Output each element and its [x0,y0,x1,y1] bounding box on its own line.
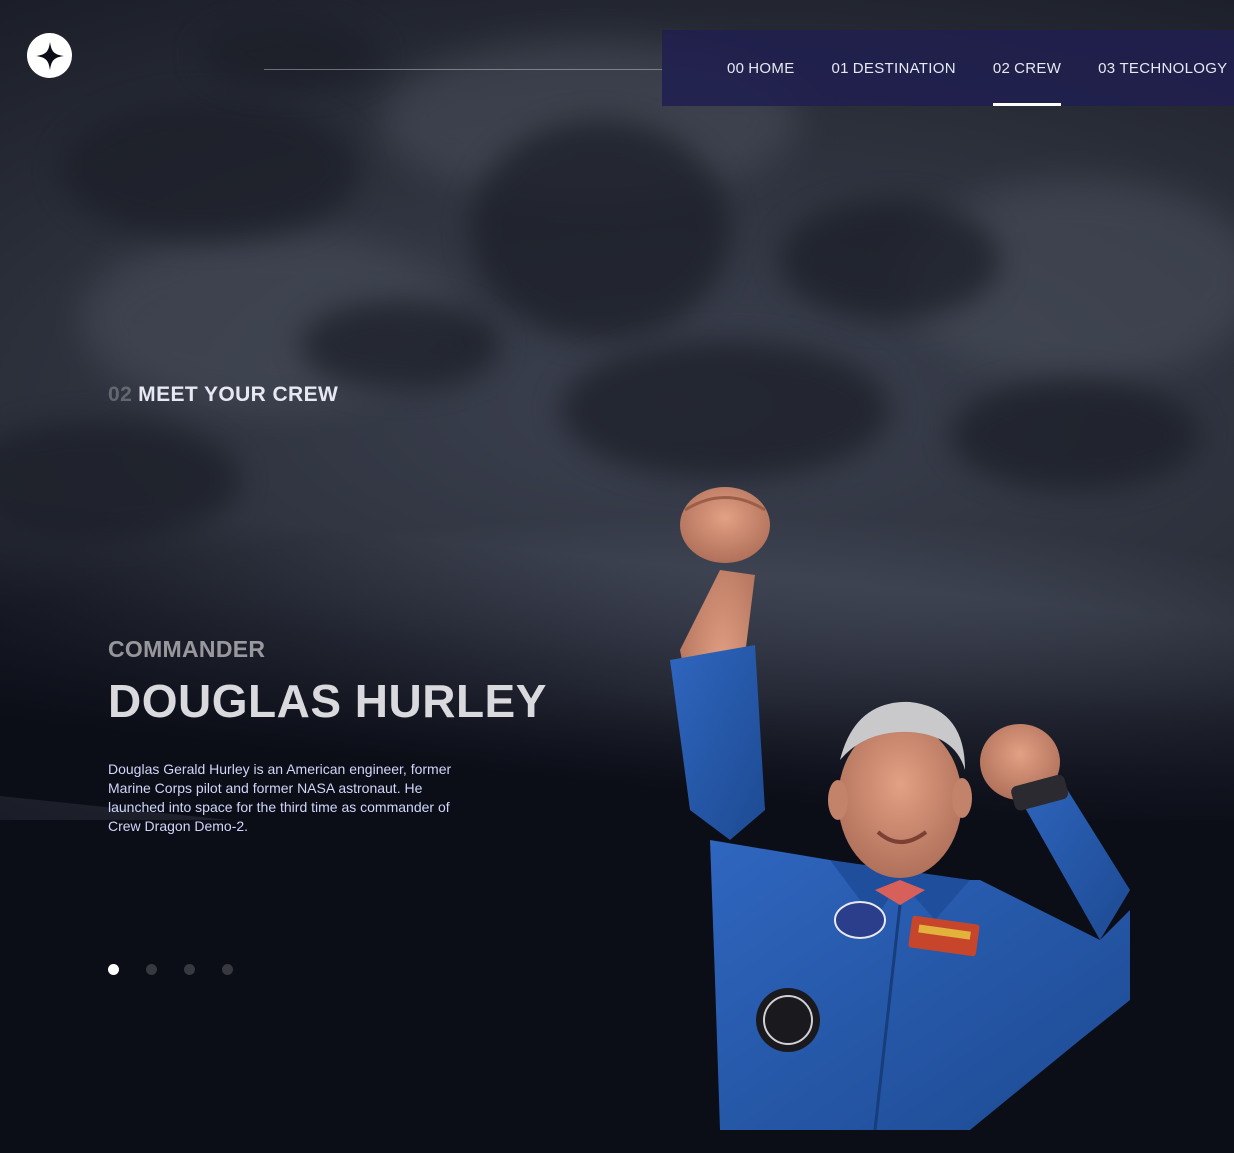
nav-crew-number: 02 [992,59,1011,77]
slide-dot-3[interactable] [184,964,195,975]
nav-home[interactable]: 00 HOME [727,30,795,106]
header-divider [264,69,662,70]
nav-crew[interactable]: 02 CREW [992,30,1062,106]
nav-home-label: HOME [748,59,795,77]
nav-crew-label: CREW [1014,59,1062,77]
section-heading: 02 MEET YOUR CREW [108,383,338,407]
slide-dot-2[interactable] [146,964,157,975]
slide-indicator [108,964,233,975]
section-heading-number: 02 [108,383,133,406]
nav-technology-number: 03 [1098,59,1116,77]
nav-destination[interactable]: 01 DESTINATION [832,30,956,106]
nav-technology[interactable]: 03 TECHNOLOGY [1098,30,1227,106]
slide-dot-1[interactable] [108,964,119,975]
crew-member-photo [670,487,1130,1130]
nav-technology-label: TECHNOLOGY [1119,59,1228,77]
crew-role: COMMANDER [108,636,266,662]
crew-name: DOUGLAS HURLEY [108,675,547,727]
logo[interactable] [27,33,72,78]
nav-home-number: 00 [727,59,745,77]
section-heading-text: MEET YOUR CREW [138,383,339,406]
nav-destination-number: 01 [831,59,849,77]
slide-dot-4[interactable] [222,964,233,975]
main-nav: 00 HOME 01 DESTINATION 02 CREW 03 TECHNO… [662,30,1234,106]
star-logo-icon [35,41,64,70]
crew-bio: Douglas Gerald Hurley is an American eng… [108,761,452,834]
nav-destination-label: DESTINATION [852,59,956,77]
